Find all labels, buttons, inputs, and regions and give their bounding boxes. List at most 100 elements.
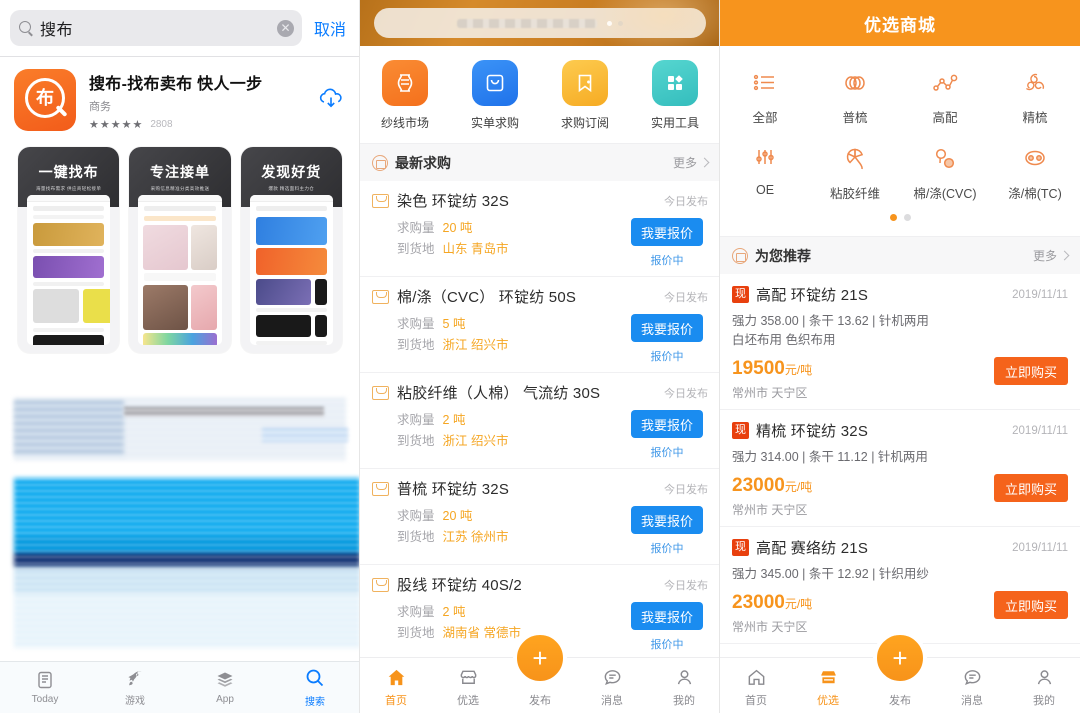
- category-row: 全部 普梳 高配 精梳: [720, 60, 1080, 136]
- tab-mall[interactable]: 优选: [432, 658, 504, 713]
- tab-profile[interactable]: 我的: [648, 658, 720, 713]
- sidebar-item-search[interactable]: 搜索: [270, 662, 360, 713]
- sidebar-item-games[interactable]: 游戏: [90, 662, 180, 713]
- product-location: 常州市 天宁区: [732, 386, 808, 400]
- more-label: 更多: [1032, 249, 1057, 263]
- category-oe[interactable]: OE: [720, 136, 810, 212]
- app-screenshot[interactable]: 发现好货 爆款 精选面料主力仓: [240, 147, 342, 353]
- dest-value: 浙江 绍兴市: [442, 338, 509, 352]
- quick-action-yarn-market[interactable]: 纱线市场: [360, 60, 450, 131]
- buy-now-button[interactable]: 立即购买: [994, 357, 1068, 385]
- message-icon: [604, 670, 620, 685]
- pager-dot-active[interactable]: [889, 214, 897, 221]
- dest-value: 湖南省 常德市: [442, 626, 521, 640]
- tab-label: 首页: [385, 695, 407, 707]
- request-item[interactable]: 粘胶纤维（人棉） 气流纺 30S 今日发布 求购量 2 吨 到货地 浙江 绍兴市 我…: [360, 373, 720, 469]
- category-cvc[interactable]: 棉/涤(CVC): [900, 136, 990, 212]
- quote-button[interactable]: 我要报价: [631, 602, 703, 630]
- quote-button[interactable]: 我要报价: [631, 506, 703, 534]
- screenshot-body: [138, 195, 222, 345]
- category-viscose[interactable]: 粘胶纤维: [810, 136, 900, 212]
- tab-home[interactable]: 首页: [360, 658, 432, 713]
- carousel-dot-active[interactable]: [607, 20, 612, 26]
- category-carded[interactable]: 普梳: [810, 60, 900, 136]
- category-all[interactable]: 全部: [720, 60, 810, 136]
- screenshot-carousel[interactable]: 一键找布 海量找布需求 供应商轻松接单 专注接单 采购信息精准分类高效推送 发现…: [0, 137, 360, 353]
- stock-badge: 现: [732, 422, 749, 439]
- bookmark-plus-icon: [562, 60, 608, 106]
- home-banner: [360, 0, 720, 46]
- app-icon: 布: [14, 69, 76, 131]
- publish-fab-button[interactable]: +: [513, 631, 567, 685]
- envelope-icon: [372, 481, 389, 496]
- page-title: 优选商城: [864, 15, 936, 35]
- request-title: 粘胶纤维（人棉） 气流纺 30S: [397, 385, 601, 402]
- product-price: 23000元/吨: [732, 592, 994, 614]
- tab-profile[interactable]: 我的: [1008, 658, 1080, 713]
- product-name: 精梳 环锭纺 32S: [756, 423, 869, 440]
- envelope-icon: [372, 385, 389, 400]
- product-card[interactable]: 现 高配 赛络纺 21S 2019/11/11 强力 345.00 | 条干 1…: [720, 527, 1080, 644]
- search-input[interactable]: 搜布 ✕: [10, 10, 302, 46]
- quote-button[interactable]: 我要报价: [631, 218, 703, 246]
- quote-button[interactable]: 我要报价: [631, 314, 703, 342]
- product-card[interactable]: 现 高配 环锭纺 21S 2019/11/11 强力 358.00 | 条干 1…: [720, 274, 1080, 410]
- sidebar-item-today[interactable]: Today: [0, 662, 90, 713]
- buy-now-button[interactable]: 立即购买: [994, 591, 1068, 619]
- price-value: 19500: [732, 358, 785, 379]
- buy-now-button[interactable]: 立即购买: [994, 474, 1068, 502]
- product-card[interactable]: 现 精梳 环锭纺 32S 2019/11/11 强力 314.00 | 条干 1…: [720, 410, 1080, 527]
- search-query-text: 搜布: [40, 22, 74, 39]
- banner-search-input[interactable]: [374, 8, 706, 38]
- carousel-dot[interactable]: [618, 20, 623, 26]
- grid-tools-icon: [652, 60, 698, 106]
- right-panel-mall: 优选商城 全部 普梳 高配 精梳 OE 粘胶纤维 棉/涤(CVC) 涤/棉(TC…: [720, 0, 1080, 713]
- tab-messages[interactable]: 消息: [936, 658, 1008, 713]
- quick-action-label: 纱线市场: [380, 116, 429, 130]
- product-spec: 强力 345.00 | 条干 12.92 | 针织用纱: [732, 567, 929, 581]
- clear-icon[interactable]: ✕: [276, 19, 294, 37]
- tab-label: 我的: [673, 695, 695, 707]
- category-label: 高配: [932, 111, 958, 125]
- request-item[interactable]: 棉/涤（CVC） 环锭纺 50S 今日发布 求购量 5 吨 到货地 浙江 绍兴市 我…: [360, 277, 720, 373]
- category-tc[interactable]: 涤/棉(TC): [990, 136, 1080, 212]
- tab-label: 优选: [817, 695, 839, 707]
- tab-home[interactable]: 首页: [720, 658, 792, 713]
- app-result-row[interactable]: 布 搜布-找布卖布 快人一步 商务 ★★★★★ 2808: [0, 57, 360, 137]
- tab-label: 搜索: [305, 697, 325, 708]
- request-item[interactable]: 普梳 环锭纺 32S 今日发布 求购量 20 吨 到货地 江苏 徐州市 我要报价 报…: [360, 469, 720, 565]
- category-high-blend[interactable]: 高配: [900, 60, 990, 136]
- tab-messages[interactable]: 消息: [576, 658, 648, 713]
- mall-header: 优选商城: [720, 0, 1080, 46]
- status-badge: 报价中: [650, 543, 684, 555]
- category-combed[interactable]: 精梳: [990, 60, 1080, 136]
- quote-button[interactable]: 我要报价: [631, 410, 703, 438]
- category-label: OE: [755, 183, 775, 197]
- category-label: 涤/棉(TC): [1008, 187, 1062, 201]
- request-time: 今日发布: [664, 387, 708, 400]
- pager-dot[interactable]: [903, 214, 911, 221]
- cancel-button[interactable]: 取消: [310, 16, 350, 40]
- dest-value: 山东 青岛市: [442, 242, 509, 256]
- request-item[interactable]: 染色 环锭纺 32S 今日发布 求购量 20 吨 到货地 山东 青岛市 我要报价 报…: [360, 181, 720, 277]
- tab-mall[interactable]: 优选: [792, 658, 864, 713]
- quick-action-subscribe[interactable]: 求购订阅: [540, 60, 630, 131]
- app-screenshot[interactable]: 专注接单 采购信息精准分类高效推送: [129, 147, 231, 353]
- app-screenshot[interactable]: 一键找布 海量找布需求 供应商轻松接单: [18, 147, 120, 353]
- chevron-right-icon: [699, 157, 710, 168]
- publish-fab-button[interactable]: +: [873, 631, 927, 685]
- plus-icon: +: [892, 643, 908, 673]
- quick-action-real-order[interactable]: 实单求购: [450, 60, 540, 131]
- dest-label: 到货地: [397, 530, 435, 544]
- dest-value: 浙江 绍兴市: [442, 434, 509, 448]
- screenshot-subtitle: 海量找布需求 供应商轻松接单: [35, 186, 102, 191]
- stock-badge: 现: [732, 539, 749, 556]
- three-panel-screenshot: 搜布 ✕ 取消 布 搜布-找布卖布 快人一步 商务 ★★★★★ 2808 一键找…: [0, 0, 1080, 713]
- more-link[interactable]: 更多: [1032, 247, 1070, 264]
- qty-label: 求购量: [397, 605, 435, 619]
- download-cloud-icon[interactable]: [316, 85, 346, 115]
- more-link[interactable]: 更多: [673, 154, 710, 171]
- quick-action-tools[interactable]: 实用工具: [630, 60, 720, 131]
- dest-label: 到货地: [397, 338, 435, 352]
- sidebar-item-app[interactable]: App: [180, 662, 270, 713]
